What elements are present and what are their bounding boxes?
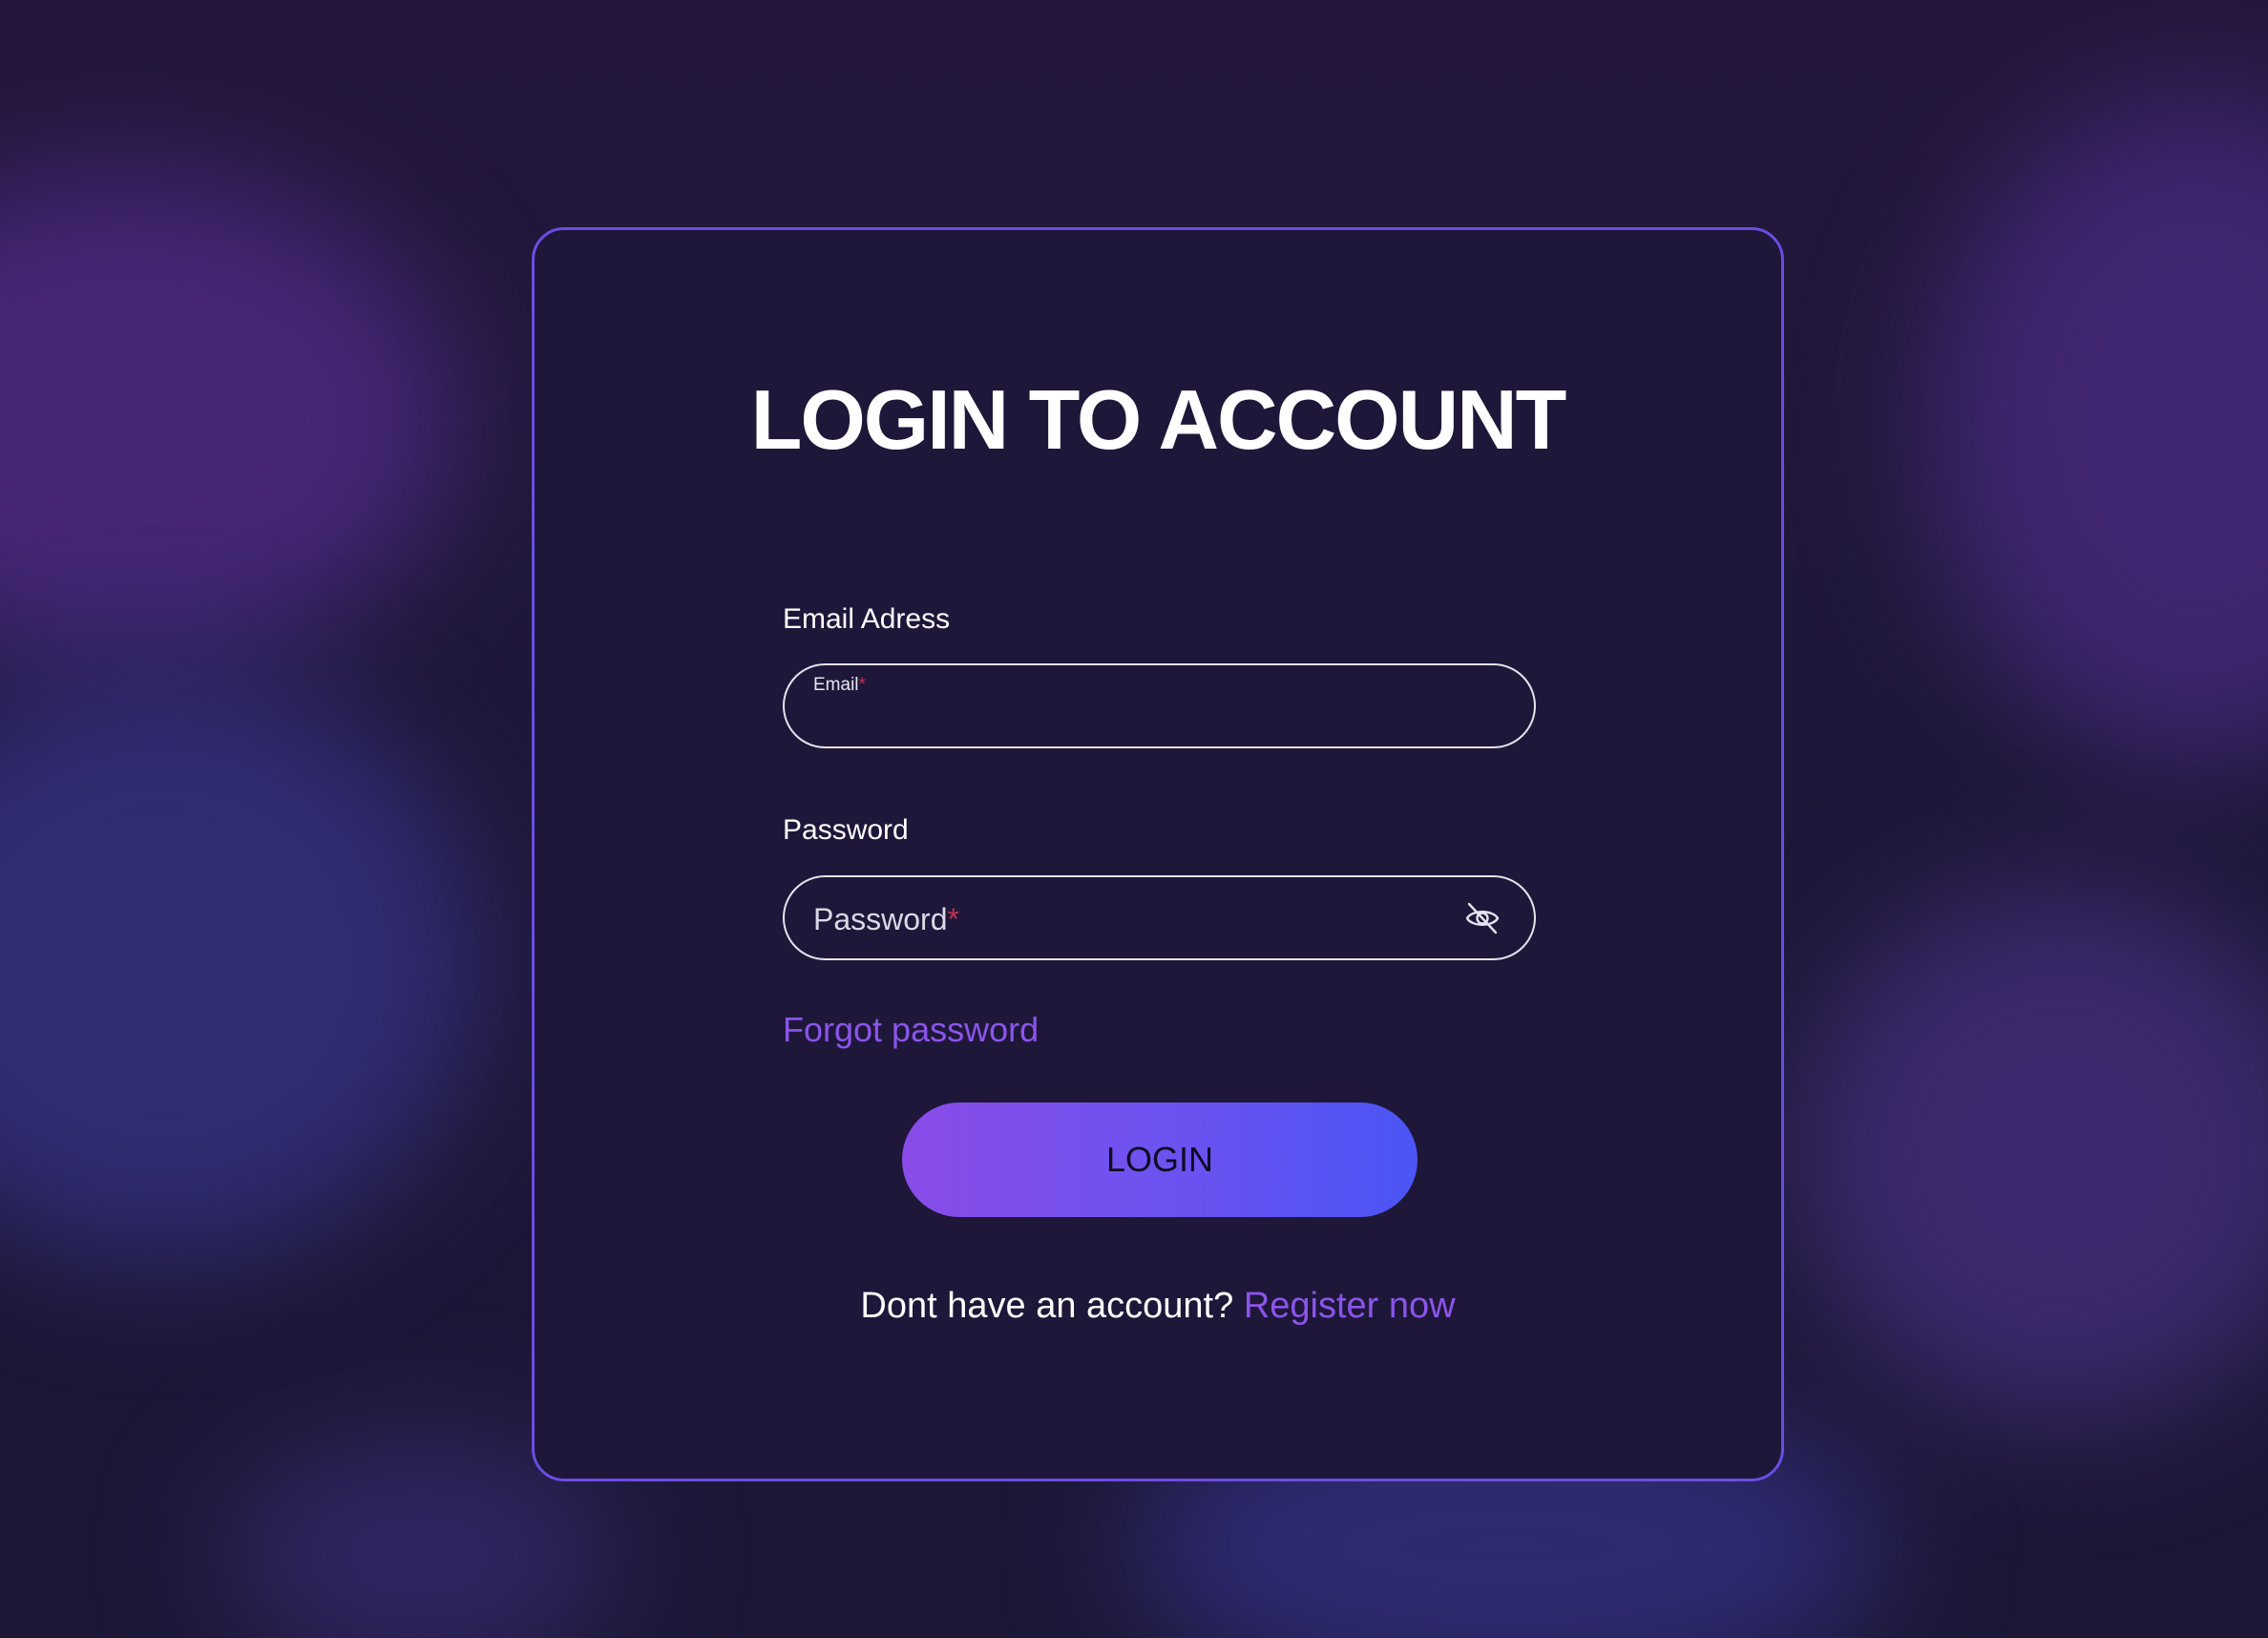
email-field[interactable]: Email* (783, 663, 1536, 748)
forgot-password-link[interactable]: Forgot password (783, 1013, 1039, 1047)
login-card: LOGIN TO ACCOUNT Email Adress Email* Pas… (532, 227, 1784, 1481)
signup-prompt: Dont have an account? Register now (535, 1288, 1781, 1324)
required-marker: * (858, 675, 866, 695)
background-glow (1928, 95, 2268, 764)
background-glow (0, 668, 477, 1260)
password-label: Password (783, 814, 909, 846)
email-input[interactable] (813, 700, 1466, 740)
background-glow (1795, 888, 2268, 1422)
background-glow (0, 172, 458, 668)
signup-prompt-text: Dont have an account? (860, 1286, 1234, 1326)
login-button[interactable]: LOGIN (902, 1102, 1418, 1217)
register-link[interactable]: Register now (1244, 1286, 1456, 1326)
email-label: Email Adress (783, 603, 951, 635)
email-placeholder-text: Email (813, 675, 859, 695)
password-input[interactable] (813, 912, 1466, 952)
page-title: LOGIN TO ACCOUNT (750, 372, 1567, 467)
email-floating-label: Email* (813, 676, 866, 694)
password-field[interactable]: Password* (783, 875, 1536, 960)
eye-off-icon[interactable] (1464, 900, 1501, 936)
